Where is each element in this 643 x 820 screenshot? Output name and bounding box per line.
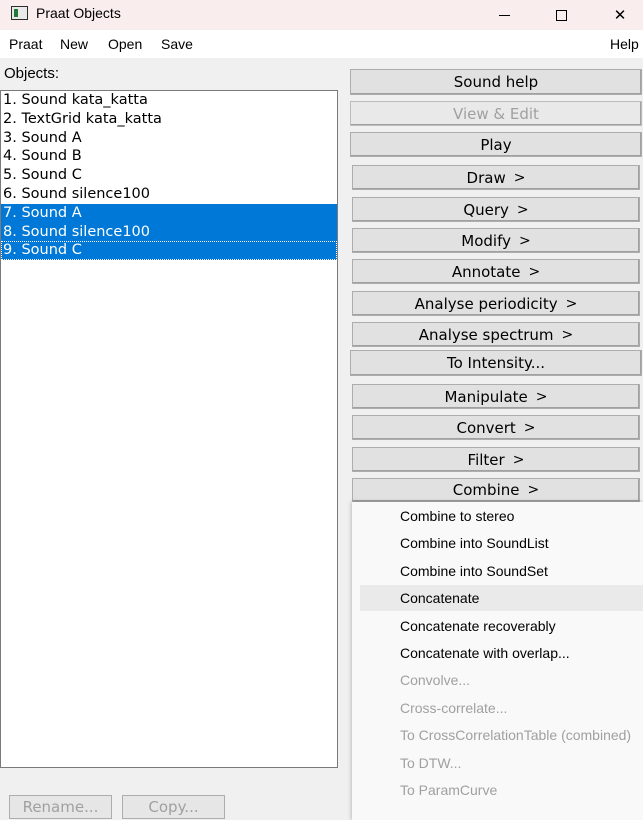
button-label: Query [463, 200, 509, 219]
combine-menu-item: To CrossCorrelationTable (combined) [400, 727, 632, 744]
button-label: View & Edit [453, 104, 539, 123]
sound-help-button[interactable]: Sound help [350, 69, 642, 95]
chevron-right-icon: > [535, 388, 548, 405]
button-label: Play [480, 135, 512, 154]
maximize-icon [555, 9, 567, 21]
button-label: Draw [466, 168, 506, 187]
chevron-right-icon: > [561, 326, 574, 343]
analyse-periodicity-button[interactable]: Analyse periodicity > [352, 291, 640, 316]
query-button[interactable]: Query > [352, 197, 640, 222]
menu-save[interactable]: Save [161, 36, 193, 52]
menu-help[interactable]: Help [610, 36, 639, 52]
minimize-icon [498, 14, 510, 16]
combine-menu-item[interactable]: Combine to stereo [360, 503, 643, 529]
button-label: Manipulate [444, 387, 528, 406]
combine-button[interactable]: Combine > [352, 478, 640, 502]
convert-button[interactable]: Convert > [352, 415, 640, 440]
menu-praat[interactable]: Praat [9, 36, 42, 52]
chevron-right-icon: > [516, 201, 529, 218]
play-button[interactable]: Play [350, 132, 642, 157]
button-label: Convert [456, 418, 516, 437]
combine-submenu: Combine to stereo Combine into SoundList C… [352, 502, 643, 820]
view-edit-button[interactable]: View & Edit [350, 101, 642, 126]
object-list-item[interactable]: 9. Sound C [1, 241, 337, 261]
object-list-item[interactable]: 4. Sound B [1, 147, 337, 166]
object-list-item[interactable]: 1. Sound kata_katta [1, 91, 337, 110]
draw-button[interactable]: Draw > [352, 165, 640, 190]
combine-menu-item[interactable]: Concatenate recoverably [360, 613, 643, 639]
window-title: Praat Objects [36, 5, 121, 21]
analyse-spectrum-button[interactable]: Analyse spectrum > [352, 322, 640, 347]
rename-button[interactable]: Rename... [9, 795, 112, 819]
praat-app-icon [11, 6, 28, 20]
close-icon: ✕ [613, 6, 627, 24]
combine-menu-item[interactable]: Concatenate [360, 585, 643, 612]
chevron-right-icon: > [513, 169, 526, 186]
modify-button[interactable]: Modify > [352, 228, 640, 253]
chevron-right-icon: > [527, 482, 540, 498]
close-button[interactable]: ✕ [597, 0, 643, 30]
menu-open[interactable]: Open [108, 36, 142, 52]
button-label: Analyse periodicity [414, 294, 558, 313]
combine-menu-item[interactable]: Combine into SoundList [360, 530, 643, 556]
filter-button[interactable]: Filter > [352, 447, 640, 472]
button-label: Modify [461, 231, 511, 250]
objects-label: Objects: [4, 65, 60, 82]
chevron-right-icon: > [523, 419, 536, 436]
combine-menu-item: Cross-correlate... [400, 699, 508, 716]
menu-new[interactable]: New [60, 36, 88, 52]
combine-menu-item: To DTW... [400, 754, 462, 771]
menu-bar: Praat New Open Save Help [0, 30, 643, 58]
chevron-right-icon: > [518, 232, 531, 249]
object-list-item[interactable]: 6. Sound silence100 [1, 185, 337, 204]
chevron-right-icon: > [512, 451, 525, 468]
chevron-right-icon: > [528, 263, 541, 280]
button-label: Analyse spectrum [418, 325, 554, 344]
combine-menu-item[interactable]: Concatenate with overlap... [360, 640, 643, 666]
object-list-item[interactable]: 5. Sound C [1, 166, 337, 185]
button-label: Annotate [451, 262, 521, 281]
combine-menu-item: Convolve... [400, 672, 471, 689]
chevron-right-icon: > [565, 295, 578, 312]
combine-menu-item: To ParamCurve [400, 782, 498, 798]
object-list-item[interactable]: 2. TextGrid kata_katta [1, 110, 337, 129]
button-label: To Intensity... [446, 354, 545, 372]
button-label: Filter [467, 450, 505, 469]
objects-list[interactable]: 1. Sound kata_katta 2. TextGrid kata_katt… [0, 90, 338, 768]
object-list-item[interactable]: 7. Sound A [1, 203, 337, 223]
annotate-button[interactable]: Annotate > [352, 259, 640, 284]
title-bar[interactable]: Praat Objects ✕ [0, 0, 643, 30]
to-intensity-button[interactable]: To Intensity... [350, 350, 642, 376]
copy-button[interactable]: Copy... [122, 795, 225, 819]
object-list-item[interactable]: 3. Sound A [1, 129, 337, 148]
maximize-button[interactable] [538, 0, 584, 30]
manipulate-button[interactable]: Manipulate > [352, 384, 640, 409]
object-list-item[interactable]: 8. Sound silence100 [1, 222, 337, 242]
minimize-button[interactable] [481, 0, 527, 30]
combine-menu-item[interactable]: Combine into SoundSet [360, 558, 643, 584]
button-label: Combine [452, 481, 520, 499]
button-label: Sound help [453, 73, 539, 91]
